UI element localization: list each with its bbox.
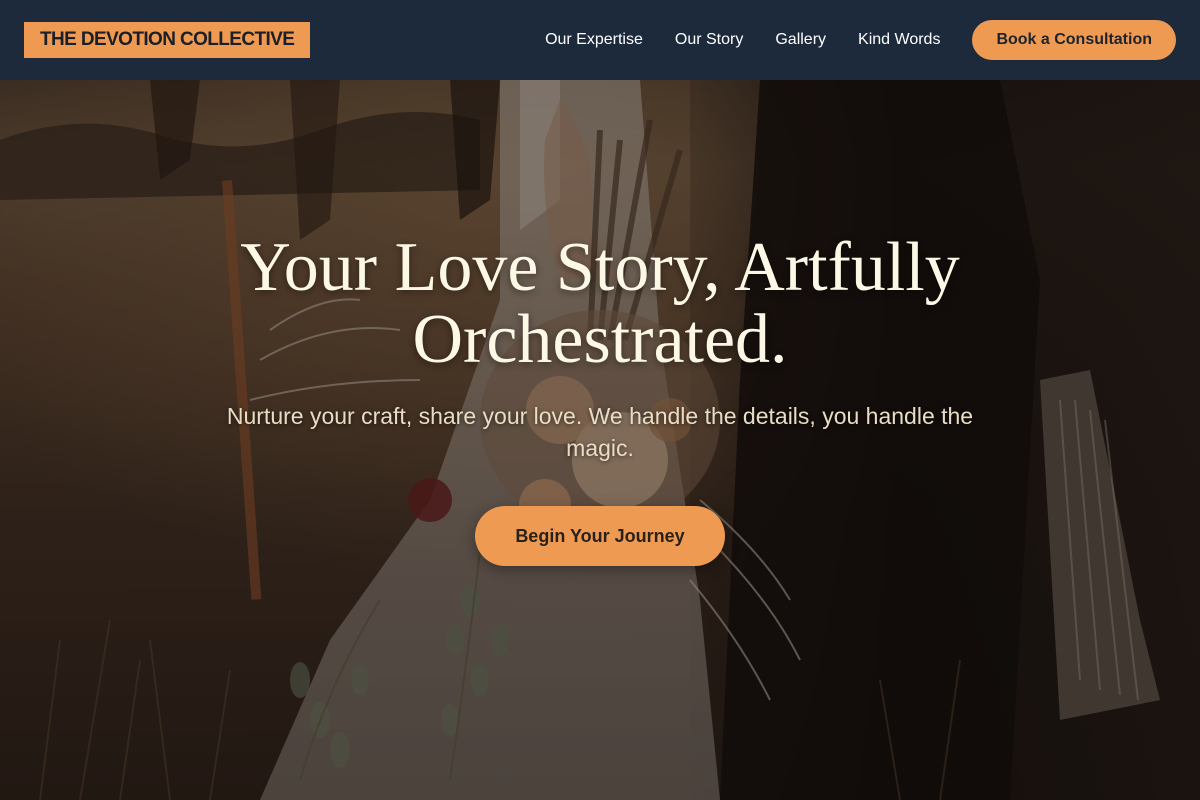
begin-journey-button[interactable]: Begin Your Journey [475,506,725,566]
nav-link-kind-words[interactable]: Kind Words [858,31,940,49]
hero-content: Your Love Story, Artfully Orchestrated. … [0,80,1200,800]
hero-section: Your Love Story, Artfully Orchestrated. … [0,80,1200,800]
site-logo[interactable]: THE DEVOTION COLLECTIVE [24,22,311,58]
nav-link-gallery[interactable]: Gallery [775,31,826,49]
page: THE DEVOTION COLLECTIVE Our Expertise Ou… [0,0,1200,800]
site-header: THE DEVOTION COLLECTIVE Our Expertise Ou… [0,0,1200,80]
hero-title: Your Love Story, Artfully Orchestrated. [240,229,960,378]
hero-subtitle: Nurture your craft, share your love. We … [226,403,974,461]
book-consultation-button[interactable]: Book a Consultation [972,20,1176,60]
nav-link-our-story[interactable]: Our Story [675,31,743,49]
main-nav: Our Expertise Our Story Gallery Kind Wor… [545,20,1176,60]
nav-link-our-expertise[interactable]: Our Expertise [545,31,643,49]
